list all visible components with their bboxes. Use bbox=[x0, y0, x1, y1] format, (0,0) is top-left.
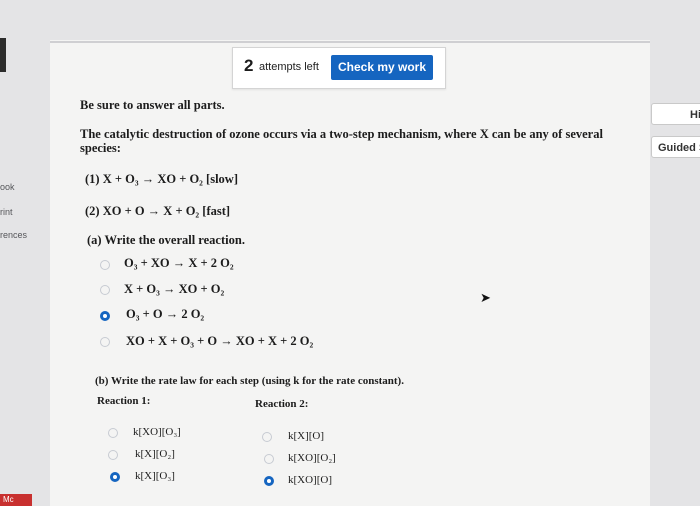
sidebar-item-ebook[interactable]: ook bbox=[0, 182, 15, 192]
part-a-option-4-label: XO + X + O₃ + O → XO + X + 2 O₂ bbox=[126, 334, 314, 348]
reaction-1-label: Reaction 1: bbox=[97, 395, 151, 407]
reaction-2-label: Reaction 2: bbox=[255, 398, 309, 410]
instruction-text: Be sure to answer all parts. bbox=[80, 98, 225, 112]
attempts-count: 2 bbox=[244, 56, 254, 75]
attempts-label: attempts left bbox=[259, 61, 319, 73]
part-a-option-3-radio[interactable] bbox=[100, 311, 110, 321]
reaction-2-option-2-label: k[XO][O₂] bbox=[288, 452, 336, 464]
question-intro-line1: The catalytic destruction of ozone occur… bbox=[80, 127, 603, 141]
mechanism-step-2: (2) XO + O → X + O₂ [fast] bbox=[85, 204, 231, 218]
reaction-1-option-1-radio[interactable] bbox=[108, 428, 118, 438]
reaction-2-option-1-label: k[X][O] bbox=[288, 430, 325, 442]
part-a-option-2-radio[interactable] bbox=[100, 285, 110, 295]
reaction-2-option-3-radio[interactable] bbox=[264, 476, 274, 486]
hint-tab[interactable]: Hi bbox=[651, 103, 700, 125]
mcgraw-hill-logo: Mc bbox=[0, 494, 32, 506]
mechanism-step-1: (1) X + O₃ → XO + O₂ [slow] bbox=[85, 172, 238, 186]
question-number-marker bbox=[0, 38, 6, 72]
part-a-option-4-radio[interactable] bbox=[100, 337, 110, 347]
part-a-option-3-label: O₃ + O → 2 O₂ bbox=[126, 307, 205, 321]
check-my-work-button[interactable]: Check my work bbox=[331, 55, 433, 80]
reaction-2-option-2-radio[interactable] bbox=[264, 454, 274, 464]
mouse-cursor-icon: ➤ bbox=[480, 290, 491, 305]
guided-solution-tab[interactable]: Guided S bbox=[651, 136, 700, 158]
part-a-option-1-radio[interactable] bbox=[100, 260, 110, 270]
question-intro-line2: species: bbox=[80, 141, 121, 155]
top-divider bbox=[50, 41, 650, 43]
reaction-1-option-1-label: k[XO][O₃] bbox=[133, 426, 181, 438]
part-a-option-2-label: X + O₃ → XO + O₂ bbox=[124, 282, 225, 296]
reaction-1-option-3-label: k[X][O₃] bbox=[135, 470, 175, 482]
sidebar-item-print[interactable]: rint bbox=[0, 207, 13, 217]
reaction-1-option-2-radio[interactable] bbox=[108, 450, 118, 460]
part-a-prompt: (a) Write the overall reaction. bbox=[87, 233, 245, 247]
part-b-prompt: (b) Write the rate law for each step (us… bbox=[95, 375, 404, 387]
reaction-1-option-3-radio[interactable] bbox=[110, 472, 120, 482]
reaction-1-option-2-label: k[X][O₂] bbox=[135, 448, 175, 460]
part-a-option-1-label: O₃ + XO → X + 2 O₂ bbox=[124, 256, 234, 270]
sidebar-item-references[interactable]: rences bbox=[0, 230, 27, 240]
reaction-2-option-1-radio[interactable] bbox=[262, 432, 272, 442]
reaction-2-option-3-label: k[XO][O] bbox=[288, 474, 332, 486]
